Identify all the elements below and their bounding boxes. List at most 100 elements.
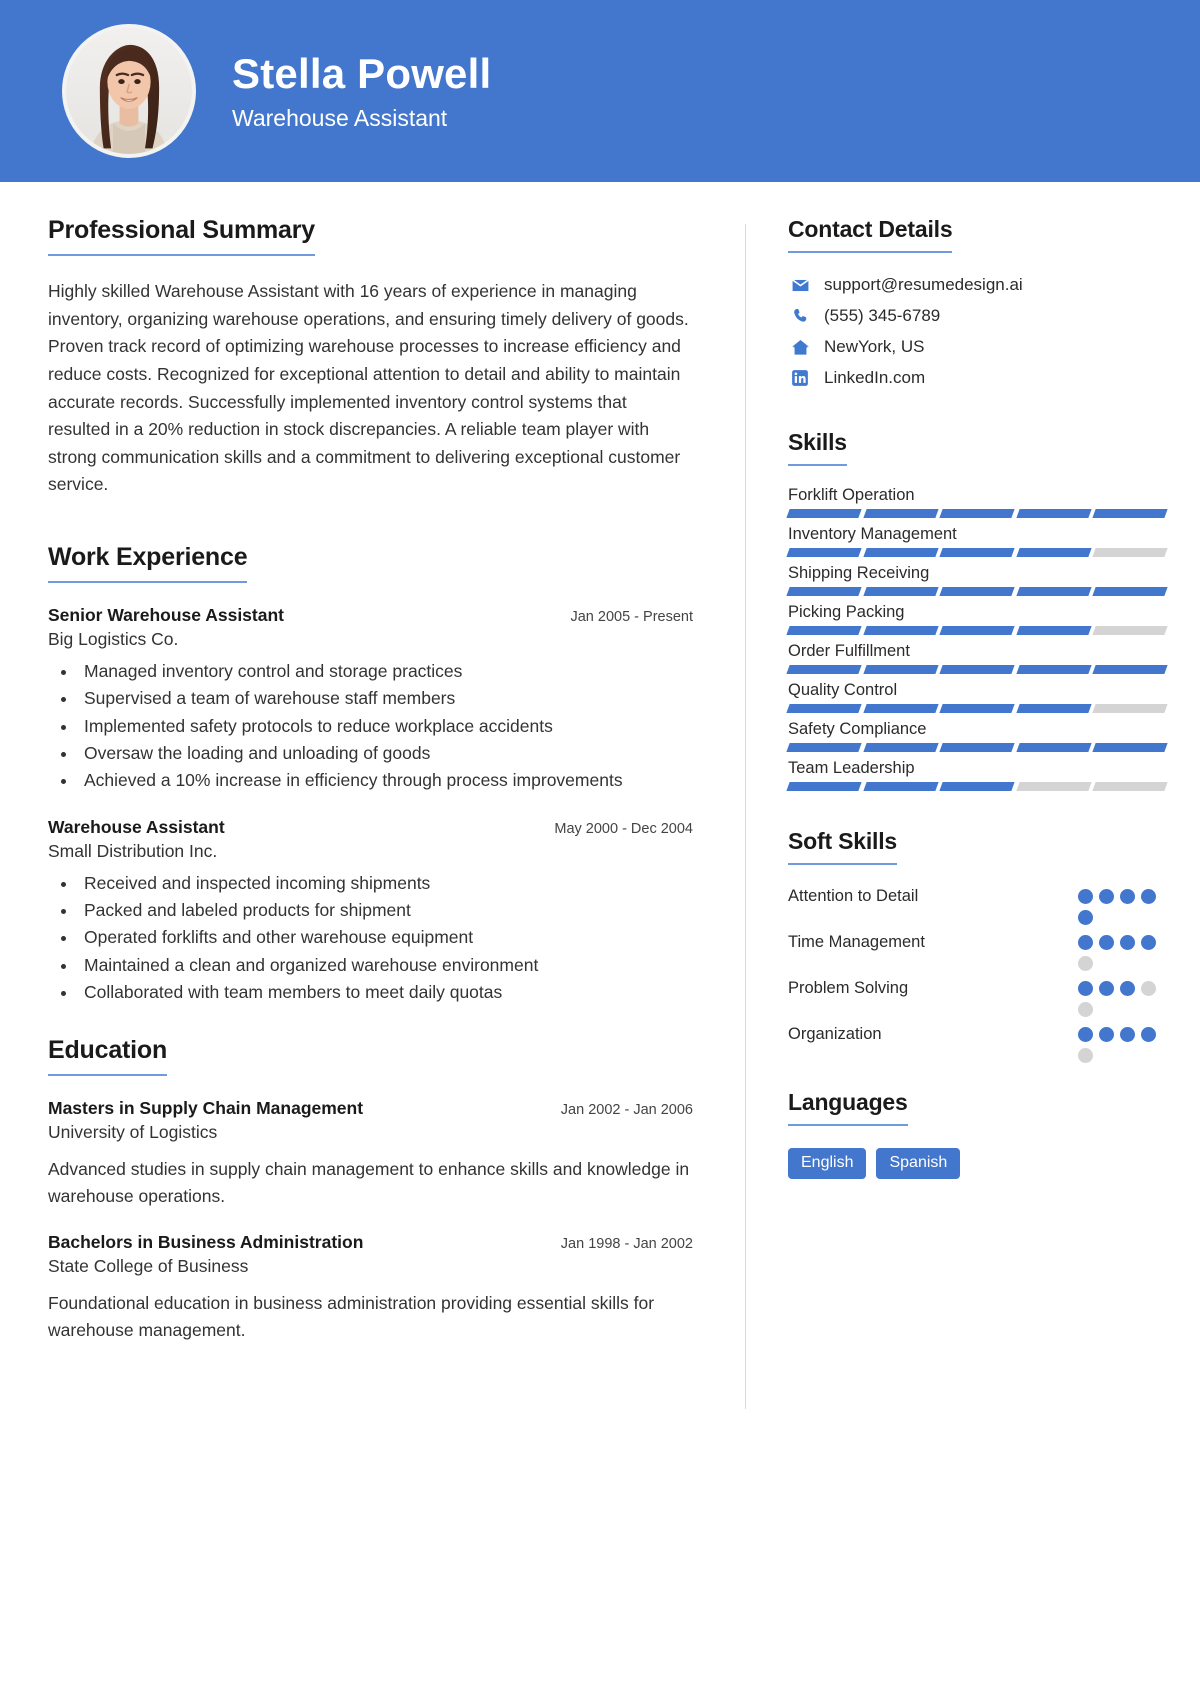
rating-dot: [1078, 1048, 1093, 1063]
rating-dot: [1141, 1027, 1156, 1042]
skill-rating-bar: [786, 548, 1168, 557]
section-heading-skills: Skills: [788, 429, 847, 466]
avatar: [62, 24, 196, 158]
skill-segment: [1016, 509, 1092, 518]
skill-segment: [862, 509, 938, 518]
skills-list: Forklift Operation Inventory Management …: [786, 486, 1168, 791]
skill-segment: [786, 587, 862, 596]
skill-segment: [939, 587, 1015, 596]
skill-rating-bar: [786, 704, 1168, 713]
skill-segment: [862, 704, 938, 713]
skill-segment: [1092, 743, 1168, 752]
skill-item: Inventory Management: [786, 525, 1168, 557]
rating-dot: [1078, 935, 1093, 950]
list-item: Oversaw the loading and unloading of goo…: [78, 740, 693, 767]
soft-skill-item: Attention to Detail: [788, 885, 1166, 925]
section-heading-languages: Languages: [788, 1089, 908, 1126]
skill-segment: [862, 665, 938, 674]
education-degree: Bachelors in Business Administration: [48, 1232, 364, 1253]
skill-segment: [1092, 704, 1168, 713]
skill-segment: [786, 665, 862, 674]
education-entry: Masters in Supply Chain Management Jan 2…: [48, 1098, 693, 1210]
education-date: Jan 2002 - Jan 2006: [560, 1102, 693, 1119]
envelope-icon: [788, 276, 812, 295]
skill-name: Picking Packing: [788, 603, 905, 621]
section-heading-education: Education: [48, 1036, 167, 1077]
skill-item: Picking Packing: [786, 603, 1168, 635]
rating-dot: [1099, 981, 1114, 996]
skill-segment: [1016, 704, 1092, 713]
experience-company: Small Distribution Inc.: [48, 840, 218, 861]
skill-item: Shipping Receiving: [786, 564, 1168, 596]
rating-dot: [1078, 889, 1093, 904]
education-description: Advanced studies in supply chain managem…: [48, 1159, 690, 1207]
skill-item: Order Fulfillment: [786, 642, 1168, 674]
soft-skills-list: Attention to Detail Time Management Prob…: [788, 885, 1166, 1063]
skill-rating-bar: [786, 743, 1168, 752]
rating-dot: [1141, 935, 1156, 950]
skill-segment: [862, 548, 938, 557]
skill-segment: [786, 548, 862, 557]
skill-segment: [786, 782, 862, 791]
soft-skill-dot-rating: [1078, 977, 1166, 1017]
skill-segment: [862, 782, 938, 791]
resume-body: Professional Summary Highly skilled Ware…: [0, 182, 1200, 1409]
education-entry: Bachelors in Business Administration Jan…: [48, 1232, 693, 1344]
rating-dot: [1078, 981, 1093, 996]
education-entry-head: Masters in Supply Chain Management Jan 2…: [48, 1098, 693, 1119]
skill-item: Quality Control: [786, 681, 1168, 713]
skill-rating-bar: [786, 782, 1168, 791]
skill-segment: [1016, 743, 1092, 752]
skill-segment: [1016, 587, 1092, 596]
skill-segment: [939, 548, 1015, 557]
list-item: Achieved a 10% increase in efficiency th…: [78, 767, 693, 794]
soft-skill-name: Time Management: [788, 933, 925, 951]
soft-skill-name: Problem Solving: [788, 979, 909, 997]
language-badge: Spanish: [876, 1148, 961, 1179]
skill-segment: [939, 509, 1015, 518]
rating-dot: [1078, 910, 1093, 925]
rating-dot: [1078, 1002, 1093, 1017]
soft-skill-dot-rating: [1078, 885, 1166, 925]
experience-role: Senior Warehouse Assistant: [48, 605, 284, 626]
section-languages: Languages English Spanish: [788, 1089, 1166, 1179]
section-work-experience: Work Experience Senior Warehouse Assista…: [48, 543, 693, 1006]
section-soft-skills: Soft Skills Attention to Detail Time Man…: [788, 828, 1166, 1063]
experience-entry-head: Warehouse Assistant May 2000 - Dec 2004: [48, 817, 693, 838]
list-item: Collaborated with team members to meet d…: [78, 979, 693, 1006]
contact-location-value: NewYork, US: [824, 337, 925, 356]
skill-segment: [1092, 509, 1168, 518]
skill-segment: [939, 665, 1015, 674]
languages-list: English Spanish: [788, 1148, 1166, 1179]
section-contact-details: Contact Details support@resumedesign.ai …: [788, 216, 1166, 388]
rating-dot: [1120, 889, 1135, 904]
skill-segment: [939, 782, 1015, 791]
skill-item: Team Leadership: [786, 759, 1168, 791]
list-item: Implemented safety protocols to reduce w…: [78, 713, 693, 740]
contact-item-linkedin[interactable]: LinkedIn.com: [788, 368, 1166, 388]
contact-email-value: support@resumedesign.ai: [824, 275, 1023, 294]
skill-name: Forklift Operation: [788, 486, 915, 504]
phone-icon: [788, 307, 812, 325]
sidebar-column: Contact Details support@resumedesign.ai …: [746, 216, 1200, 1409]
skill-segment: [939, 743, 1015, 752]
list-item: Packed and labeled products for shipment: [78, 897, 693, 924]
skill-name: Quality Control: [788, 681, 898, 699]
main-column: Professional Summary Highly skilled Ware…: [0, 216, 745, 1409]
list-item: Managed inventory control and storage pr…: [78, 658, 693, 685]
skill-name: Shipping Receiving: [788, 564, 930, 582]
rating-dot: [1078, 1027, 1093, 1042]
education-description: Foundational education in business admin…: [48, 1293, 655, 1341]
contact-item-phone[interactable]: (555) 345-6789: [788, 306, 1166, 326]
contact-item-location[interactable]: NewYork, US: [788, 337, 1166, 357]
list-item: Maintained a clean and organized warehou…: [78, 952, 693, 979]
skill-name: Order Fulfillment: [788, 642, 910, 660]
skill-segment: [939, 704, 1015, 713]
rating-dot: [1099, 1027, 1114, 1042]
experience-role: Warehouse Assistant: [48, 816, 225, 837]
experience-company: Big Logistics Co.: [48, 629, 179, 650]
rating-dot: [1078, 956, 1093, 971]
rating-dot: [1120, 1027, 1135, 1042]
education-date: Jan 1998 - Jan 2002: [560, 1236, 693, 1253]
contact-item-email[interactable]: support@resumedesign.ai: [788, 275, 1166, 295]
